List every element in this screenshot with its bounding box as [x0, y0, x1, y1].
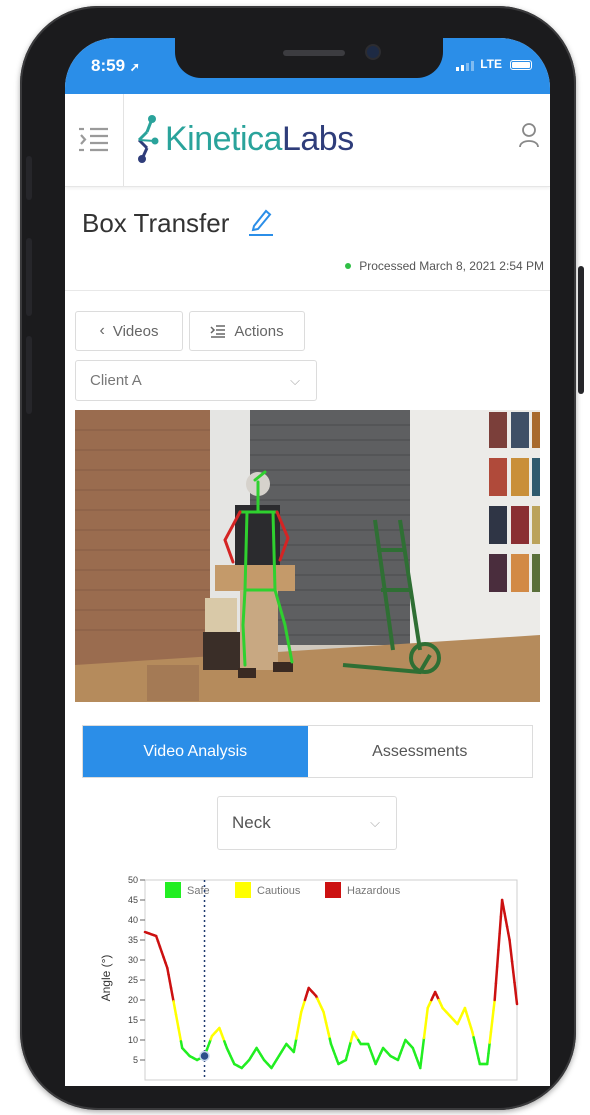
tab-video-analysis[interactable]: Video Analysis — [83, 726, 308, 777]
series-line-segment — [488, 1030, 493, 1044]
client-select[interactable]: Client A ⌵ — [75, 360, 317, 401]
back-to-videos-button[interactable]: ‹ Videos — [75, 311, 183, 351]
series-line-segment — [510, 960, 515, 974]
front-camera — [367, 46, 379, 58]
series-line-segment — [509, 949, 514, 963]
edit-title-button[interactable] — [247, 206, 275, 243]
series-line-segment — [487, 1041, 491, 1055]
playhead-marker[interactable] — [199, 1050, 210, 1062]
legend-swatch — [235, 882, 251, 898]
actions-list-icon — [210, 325, 226, 338]
battery-icon — [510, 60, 532, 70]
series-line-segment — [421, 1036, 426, 1050]
status-time: 8:59 ➚ — [91, 56, 140, 76]
chevron-down-icon: ⌵ — [370, 815, 380, 830]
series-line-segment — [494, 965, 499, 985]
series-line-segment — [425, 1006, 429, 1020]
power-button — [578, 266, 584, 394]
y-tick-label: 20 — [128, 995, 138, 1005]
series-line-segment — [493, 982, 498, 1002]
series-line-segment — [490, 1009, 495, 1023]
client-select-value: Client A — [90, 372, 142, 389]
screen: 8:59 ➚ LTE KineticaLabs Box Transfer Pro… — [65, 38, 550, 1086]
chevron-left-icon: ‹ — [99, 322, 105, 339]
status-dot — [345, 263, 352, 269]
page-title: Box Transfer — [82, 208, 230, 238]
kinetica-labs-logo[interactable]: KineticaLabs — [133, 114, 354, 164]
actions-button[interactable]: Actions — [189, 311, 305, 351]
series-line-segment — [422, 1026, 427, 1040]
mute-switch — [26, 156, 32, 200]
y-tick-label: 10 — [128, 1035, 138, 1045]
video-frame — [75, 410, 540, 702]
y-tick-label: 45 — [128, 895, 138, 905]
app-header: KineticaLabs — [65, 94, 550, 187]
videos-button-label: Videos — [112, 322, 159, 340]
y-tick-label: 15 — [128, 1015, 138, 1025]
series-line-segment — [420, 1046, 425, 1060]
series-line-segment — [498, 915, 503, 935]
joint-select[interactable]: Neck ⌵ — [217, 796, 397, 850]
actions-button-label: Actions — [234, 322, 284, 340]
processed-status: Processed March 8, 2021 2:54 PM — [345, 259, 544, 273]
divider — [65, 290, 550, 291]
series-line-segment — [489, 1020, 494, 1034]
legend-label: Cautious — [257, 885, 301, 897]
legend-label: Hazardous — [347, 885, 401, 897]
series-line-segment — [512, 970, 516, 984]
volume-down-button — [26, 336, 32, 414]
series-line-segment — [495, 948, 500, 968]
menu-icon — [79, 127, 108, 152]
user-icon — [519, 123, 539, 148]
video-player[interactable] — [75, 410, 540, 702]
pencil-icon — [249, 209, 273, 236]
series-line-segment — [423, 1016, 428, 1030]
chart-svg: 5 10 15 20 25 30 35 40 45 50 Safe Cautious Hazardou… — [99, 875, 519, 1081]
legend-swatch — [165, 882, 181, 898]
plot-area — [144, 879, 518, 1081]
y-tick-label: 25 — [128, 975, 138, 985]
series-line-segment — [485, 1052, 490, 1066]
volume-up-button — [26, 238, 32, 316]
brand-name-part1: Kinetica — [165, 119, 282, 158]
series-line-segment — [492, 998, 496, 1012]
y-axis-label: Angle (°) — [99, 955, 113, 1002]
y-tick-label: 30 — [128, 955, 138, 965]
brand-name-part2: Labs — [281, 119, 354, 158]
y-tick-label: 35 — [128, 935, 138, 945]
y-tick-label: 50 — [128, 875, 138, 885]
location-arrow-icon: ➚ — [129, 60, 140, 74]
signal-strength-icon: LTE — [456, 57, 502, 71]
joint-select-value: Neck — [232, 813, 271, 832]
status-time-text: 8:59 — [91, 56, 126, 75]
series-line-segment — [497, 932, 501, 952]
series-line-segment — [514, 992, 519, 1006]
chevron-down-icon: ⌵ — [290, 372, 300, 388]
sidebar-toggle-button[interactable] — [65, 94, 124, 186]
brand-name: KineticaLabs — [165, 120, 354, 159]
series-line-segment — [513, 981, 518, 995]
neck-angle-chart: 5 10 15 20 25 30 35 40 45 50 Safe Cautious Hazardou… — [95, 866, 525, 1086]
kinetica-logo-icon — [137, 115, 159, 163]
tab-assessments[interactable]: Assessments — [307, 726, 532, 777]
series-line-segment — [419, 1056, 423, 1070]
legend-swatch — [325, 882, 341, 898]
series-line-segment — [508, 938, 513, 952]
user-profile-button[interactable] — [518, 122, 540, 153]
analysis-tabs: Video Analysis Assessments — [82, 725, 533, 778]
processed-label: Processed March 8, 2021 2:54 PM — [359, 259, 544, 273]
y-tick-label: 40 — [128, 915, 138, 925]
earpiece-speaker — [283, 50, 345, 56]
carrier-label: LTE — [480, 57, 502, 71]
legend-label: Safe — [187, 885, 210, 897]
y-tick-label: 5 — [133, 1055, 138, 1065]
notch — [175, 38, 443, 78]
